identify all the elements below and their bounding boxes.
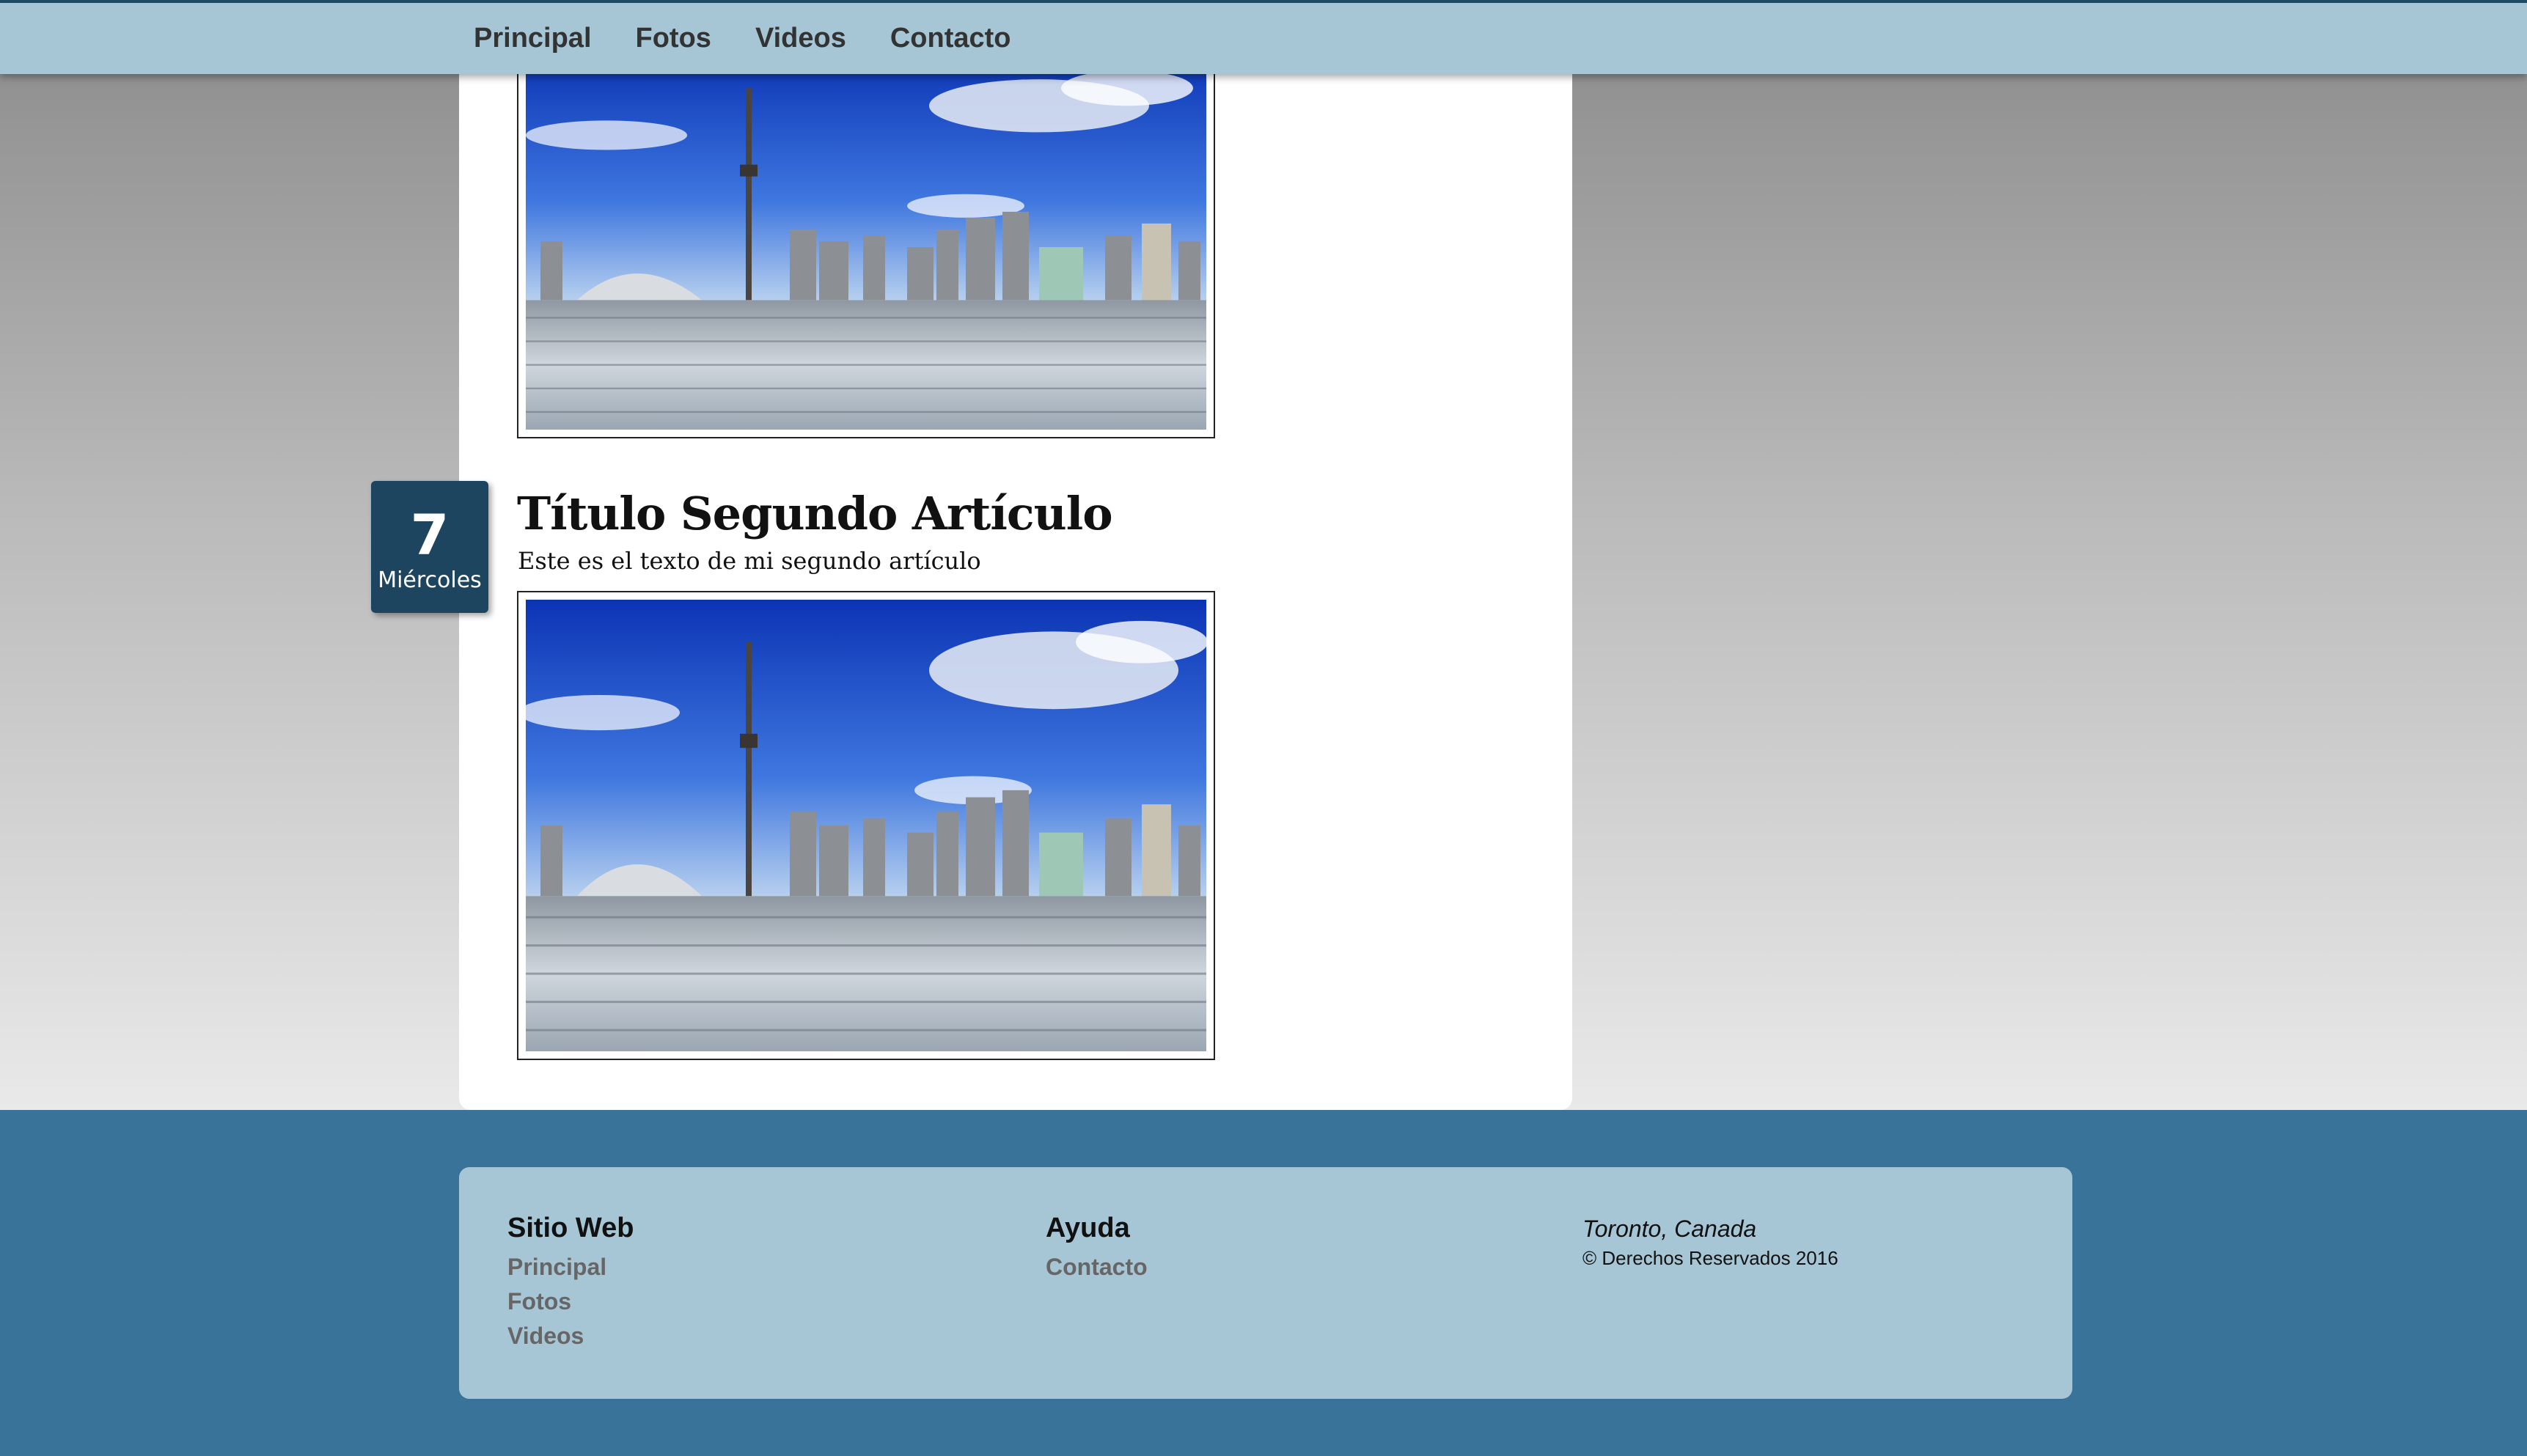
- article-text: Este es el texto de mi segundo artículo: [518, 547, 981, 575]
- date-weekday: Miércoles: [378, 567, 482, 593]
- footer-link-videos[interactable]: Videos: [507, 1319, 634, 1353]
- date-day-number: 7: [410, 502, 450, 567]
- toronto-skyline-image: [526, 600, 1206, 1051]
- footer-heading: Ayuda: [1046, 1213, 1130, 1243]
- footer-heading: Sitio Web: [507, 1213, 634, 1243]
- footer-column-info: Toronto, Canada © Derechos Reservados 20…: [1582, 1216, 1838, 1270]
- article-image-toronto-skyline-1: [517, 44, 1215, 438]
- footer-location: Toronto, Canada: [1582, 1216, 1757, 1242]
- nav-item-fotos[interactable]: Fotos: [636, 23, 711, 54]
- footer-column-ayuda: Ayuda Contacto: [1046, 1213, 1148, 1284]
- article-title: Título Segundo Artículo: [517, 487, 1113, 540]
- footer-link-fotos[interactable]: Fotos: [507, 1284, 634, 1319]
- footer-link-principal[interactable]: Principal: [507, 1250, 634, 1284]
- top-navigation-bar: Principal Fotos Videos Contacto: [0, 0, 2527, 74]
- nav-item-principal[interactable]: Principal: [474, 23, 592, 54]
- nav-item-contacto[interactable]: Contacto: [890, 23, 1011, 54]
- nav-item-videos[interactable]: Videos: [755, 23, 846, 54]
- toronto-skyline-image: [526, 53, 1206, 430]
- article-image-toronto-skyline-2: [517, 591, 1215, 1060]
- nav-menu: Principal Fotos Videos Contacto: [474, 3, 1055, 74]
- date-badge: 7 Miércoles: [371, 481, 488, 613]
- footer-copyright: © Derechos Reservados 2016: [1582, 1247, 1838, 1269]
- footer-column-sitio-web: Sitio Web Principal Fotos Videos: [507, 1213, 634, 1353]
- footer-panel: Sitio Web Principal Fotos Videos Ayuda C…: [459, 1167, 2072, 1399]
- footer-link-contacto[interactable]: Contacto: [1046, 1250, 1148, 1284]
